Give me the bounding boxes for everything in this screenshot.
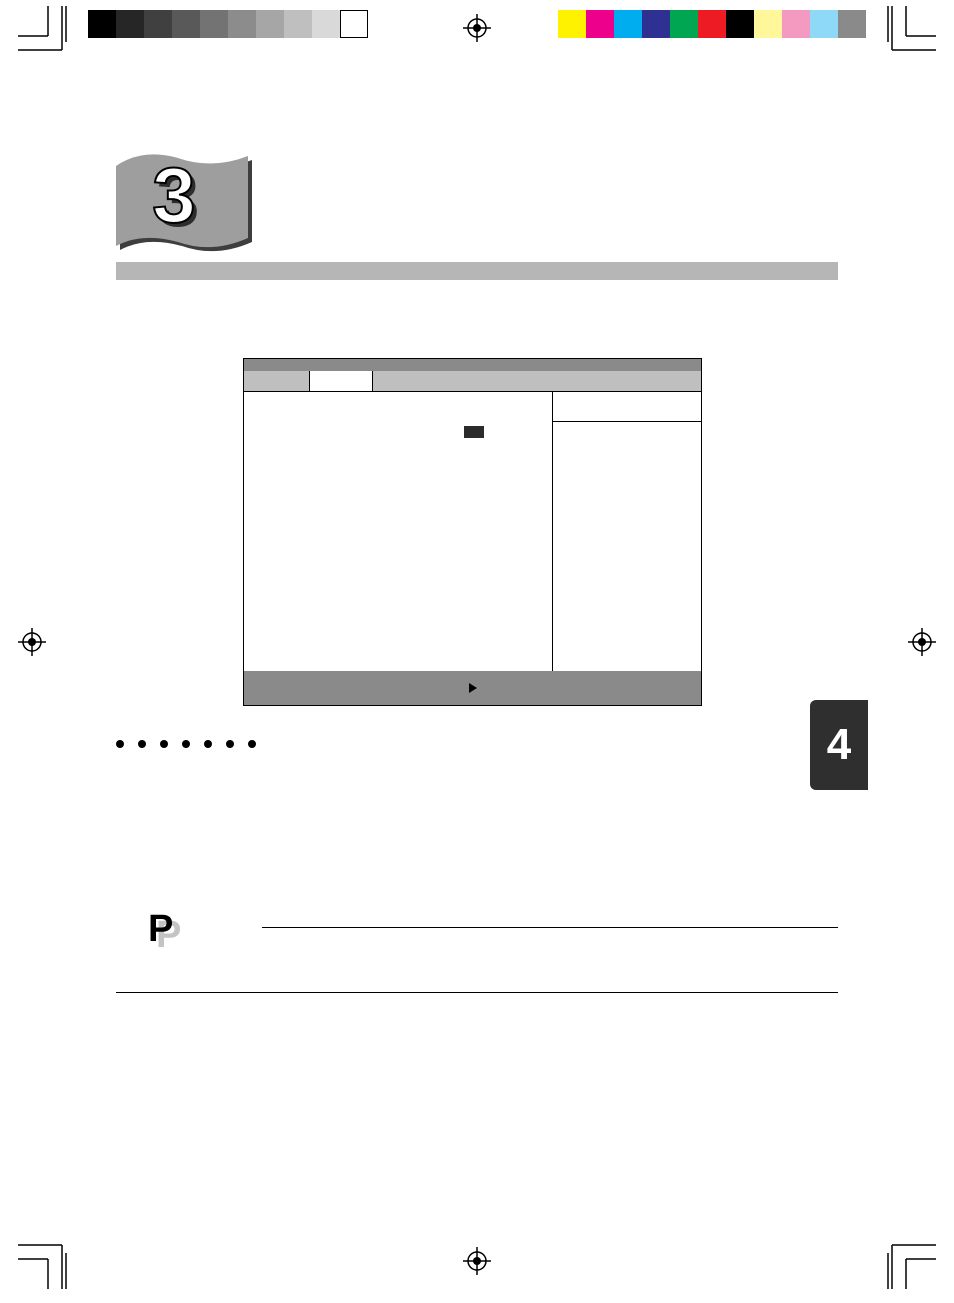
dialog-side-panel [553,392,701,671]
registration-mark-bottom [463,1247,491,1275]
dialog-side-bottom-cell [553,422,701,671]
dialog-active-tab[interactable] [309,371,373,391]
page-section-tab-number: 4 [827,720,851,770]
crop-mark-bottom-left-inner [56,1249,76,1289]
registration-mark-right [908,628,936,656]
dialog-footer [244,671,701,705]
bullet-row [116,740,256,748]
dialog-tab-row [244,371,701,391]
crop-mark-top-right-inner [878,6,898,46]
point-rule-top [262,927,838,928]
registration-mark-left [18,628,46,656]
chapter-number-badge: 3 3 [116,146,256,256]
dialog-window [243,358,702,706]
color-calibration-bar [558,10,866,38]
point-rule-bottom [116,992,838,993]
grayscale-calibration-bar [88,10,368,38]
svg-text:3: 3 [152,151,195,239]
crop-mark-bottom-right-inner [878,1249,898,1289]
page-section-tab: 4 [810,700,868,790]
dialog-titlebar [244,359,701,371]
dialog-main-panel [244,392,553,671]
point-mark: P P [148,910,838,950]
play-icon[interactable] [469,683,477,693]
dialog-side-top-cell [553,392,701,422]
crop-mark-top-left-inner [56,6,76,46]
section-divider-bar [116,262,838,280]
dialog-field-chip [464,426,484,438]
registration-mark-top [463,14,491,42]
dialog-body [244,391,701,671]
point-letter: P [148,910,173,948]
